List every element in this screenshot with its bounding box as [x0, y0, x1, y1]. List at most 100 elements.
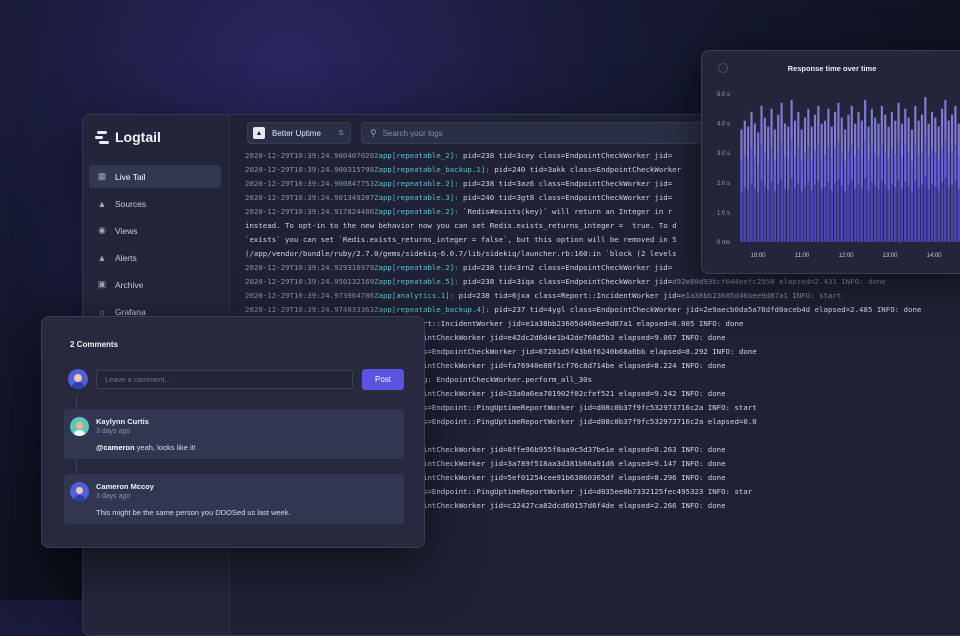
sidebar-item-label: Views: [115, 225, 138, 236]
comment-card: Cameron Mccoy 3 days ago This might be t…: [64, 474, 404, 524]
chart-bar: [880, 180, 883, 242]
user-mention[interactable]: @cameron: [96, 443, 135, 452]
log-line[interactable]: 2020-12-29T10:39:24.974833363Zapp[repeat…: [233, 303, 960, 317]
chart-bar: [767, 190, 770, 242]
chart-bar: [807, 182, 810, 242]
logo[interactable]: Logtail: [95, 129, 161, 145]
sidebar-item-label: Sources: [115, 198, 147, 209]
chart-bar: [834, 183, 837, 242]
chart-bar: [840, 186, 843, 242]
chart-bar: [900, 188, 903, 242]
chart-bar: [870, 182, 873, 242]
y-tick-label: 5.0 s: [717, 92, 730, 98]
log-message: `Redis#exists(key)` will return an Integ…: [458, 207, 673, 216]
source-select-label: Better Uptime: [272, 128, 321, 138]
comment-input[interactable]: [96, 370, 353, 389]
log-source: app[repeatable.3]:: [378, 193, 459, 202]
log-timestamp: 2020-12-29T10:39:24.929316979Z: [245, 263, 379, 272]
log-message: pid=238 tid=6jxa class=Report::IncidentW…: [454, 291, 682, 300]
chart-bar: [894, 187, 897, 242]
chart-bar: [874, 186, 877, 242]
chart-bar: [850, 180, 853, 242]
chart-bar: [944, 178, 947, 242]
log-meta: d92e80d93bcf044eefc2958 elapsed=2.431 IN…: [672, 277, 886, 286]
terminal-icon: ▦: [97, 171, 107, 181]
log-source: app[repeatable.2]:: [378, 207, 459, 216]
chart-bar: [890, 183, 893, 242]
chart-bar: [917, 187, 920, 242]
chart-bar: [887, 190, 890, 242]
comment-card: Kaylynn Curtis 3 days ago @cameron yeah,…: [64, 409, 404, 459]
y-tick-label: 3.0 s: [717, 151, 730, 157]
chart-bar: [907, 186, 910, 242]
chart-bar: [954, 180, 957, 242]
comment-author: Cameron Mccoy: [96, 482, 154, 491]
source-select[interactable]: ▲ Better Uptime ⇅: [247, 122, 351, 144]
log-timestamp: 2020-12-29T10:39:24.900315798Z: [245, 165, 379, 174]
sidebar-item-archive[interactable]: ▣ Archive: [89, 273, 221, 296]
log-message: pid=238 tid=3iqa class=EndpointCheckWork…: [458, 277, 673, 286]
log-source: app[repeatable.2]:: [378, 179, 459, 188]
uptime-logo-icon: ▲: [253, 127, 265, 139]
log-meta: e1a38bb23605d46bee9d87a1 INFO: start: [681, 291, 842, 300]
log-source: app[repeatable_backup.1]:: [378, 165, 490, 174]
chart-bar: [760, 180, 763, 242]
sidebar-item-sources[interactable]: ▲ Sources: [89, 192, 221, 215]
log-message: pid=240 tid=3gt8 class=EndpointCheckWork…: [458, 193, 673, 202]
chart-bar: [937, 190, 940, 242]
sidebar-nav: ▦ Live Tail ▲ Sources ◉ Views ▲ Alerts ▣ Archive ☼…: [89, 165, 221, 327]
comment-text: yeah, looks like it!: [134, 443, 196, 452]
log-timestamp: 2020-12-29T10:39:24.974833363Z: [245, 305, 379, 314]
chart-bar: [787, 190, 790, 242]
post-button[interactable]: Post: [362, 369, 404, 390]
chart-bar: [777, 184, 780, 242]
log-message: pid=237 tid=4ygl class=EndpointCheckWork…: [489, 305, 922, 314]
comments-panel: 2 Comments Post Kaylynn Curtis 3 days ag…: [41, 316, 425, 548]
chart-bar: [740, 191, 743, 242]
chart-bar: [753, 188, 756, 242]
log-message: (/app/vendor/bundle/ruby/2.7.0/gems/side…: [245, 249, 677, 258]
log-line[interactable]: 2020-12-29T10:39:24.973964786Zapp[analyt…: [233, 289, 960, 303]
chart-bar: [920, 184, 924, 242]
log-timestamp: 2020-12-29T10:39:24.9004070202: [245, 151, 379, 160]
log-timestamp: 2020-12-29T10:39:24.973964786Z: [245, 291, 379, 300]
search-bar[interactable]: ⚲ Search your logs: [361, 122, 723, 144]
chart-bar: [747, 190, 750, 242]
sidebar-item-label: Live Tail: [115, 171, 146, 182]
chart-bar: [847, 184, 850, 242]
chart-bar: [793, 187, 797, 242]
chart-bar: [817, 180, 820, 242]
x-tick-label: 11:00: [795, 253, 810, 259]
chart-bar: [947, 187, 950, 242]
cube-icon: ▲: [97, 198, 107, 209]
log-source: app[repeatable_backup.4]:: [378, 305, 490, 314]
bell-icon: ▲: [97, 252, 107, 263]
chart-bar: [837, 179, 840, 242]
log-timestamp: 2020-12-29T10:39:24.917824480Z: [245, 207, 379, 216]
sidebar-item-label: Archive: [115, 279, 144, 290]
log-source: app[repeatable_2]:: [378, 151, 459, 160]
comment-timestamp: 3 days ago: [96, 428, 131, 435]
chart-bar: [884, 184, 887, 242]
sidebar-item-alerts[interactable]: ▲ Alerts: [89, 246, 221, 269]
chart-bar: [854, 188, 857, 242]
log-line[interactable]: 2020-12-29T10:39:24.950132169Zapp[repeat…: [233, 275, 960, 289]
chart-bar: [857, 183, 860, 242]
chart-bar: [743, 187, 746, 242]
chart-bar: [773, 191, 776, 242]
search-input[interactable]: Search your logs: [383, 129, 443, 138]
x-tick-label: 10:00: [750, 253, 766, 259]
chart-bar: [844, 191, 847, 242]
chart-bar: [800, 191, 803, 242]
response-time-chart-window: Response time over time 5.0 s 4.0 s 3.0 s2…: [701, 50, 960, 274]
chart-bar: [803, 186, 807, 242]
sidebar-item-live-tail[interactable]: ▦ Live Tail: [89, 165, 221, 188]
chart-bar: [934, 186, 937, 242]
chevron-updown-icon: ⇅: [338, 130, 344, 137]
sidebar-item-views[interactable]: ◉ Views: [89, 219, 221, 242]
chart-bar: [810, 190, 813, 242]
comment-timestamp: 3 days ago: [96, 493, 131, 500]
grafana-icon: ☼: [97, 306, 107, 317]
y-tick-label: 0 ms: [717, 240, 730, 246]
commenter-avatar: [70, 482, 89, 501]
